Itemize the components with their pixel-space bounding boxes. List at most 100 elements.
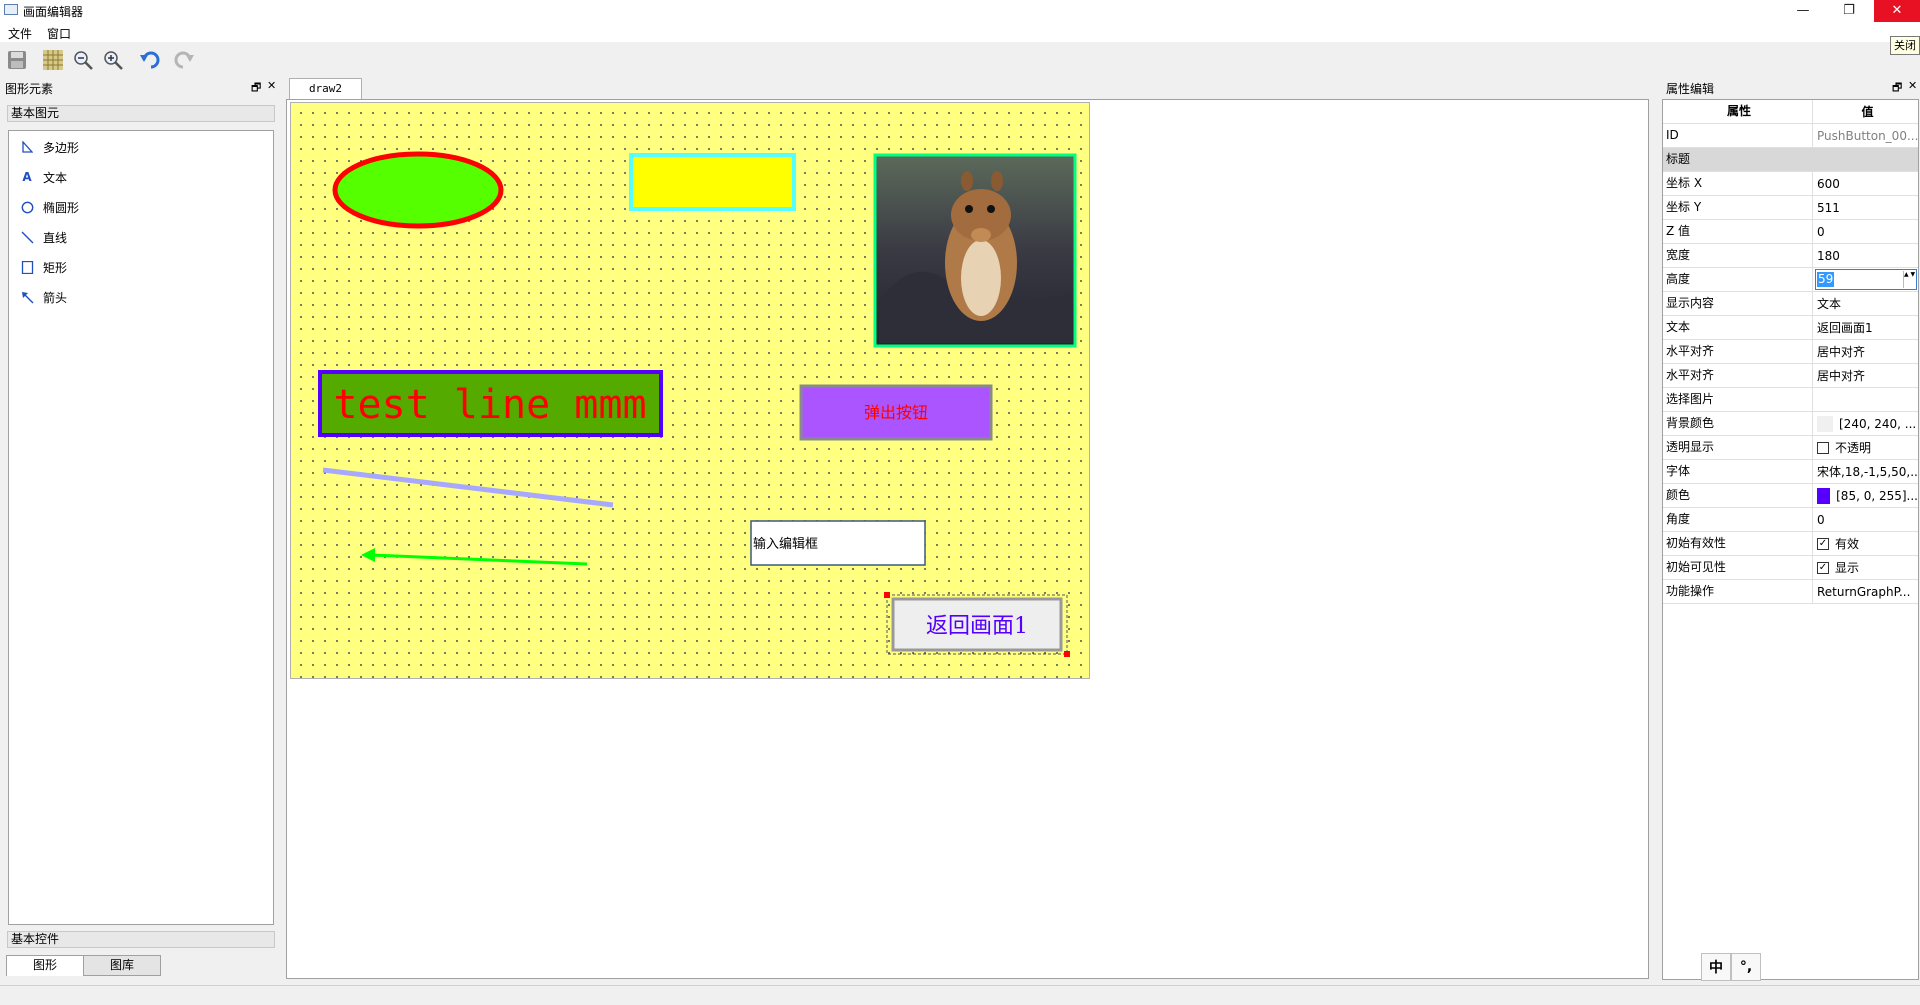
tab-draw2[interactable]: draw2 bbox=[289, 78, 362, 99]
property-row[interactable]: 字体 宋体,18,-1,5,50,... bbox=[1663, 460, 1918, 484]
property-row[interactable]: 功能操作 ReturnGraphP... bbox=[1663, 580, 1918, 604]
grid-button[interactable] bbox=[40, 47, 66, 73]
rectangle-icon bbox=[19, 259, 35, 275]
property-value[interactable]: 不透明 bbox=[1814, 436, 1918, 460]
shape-item-arrow[interactable]: 箭头 bbox=[19, 287, 67, 307]
section-basic-controls[interactable]: 基本控件 bbox=[7, 931, 275, 948]
selection-handle[interactable] bbox=[1064, 651, 1070, 657]
property-name: 高度 bbox=[1663, 268, 1813, 292]
property-row[interactable]: ID PushButton_00... bbox=[1663, 124, 1918, 148]
dock-float-button[interactable]: 🗗 bbox=[251, 79, 261, 98]
property-value[interactable]: [85, 0, 255]... bbox=[1814, 484, 1918, 508]
property-row[interactable]: 颜色 [85, 0, 255]... bbox=[1663, 484, 1918, 508]
dock-title: 属性编辑 bbox=[1666, 82, 1715, 96]
redo-button[interactable] bbox=[170, 47, 196, 73]
property-name: 标题 bbox=[1666, 152, 1691, 166]
property-value[interactable]: 文本 bbox=[1814, 292, 1918, 316]
property-value[interactable]: 600 bbox=[1814, 172, 1918, 196]
close-window-button[interactable]: ✕ bbox=[1874, 0, 1920, 22]
spin-arrows-icon[interactable]: ▲ ▼ bbox=[1903, 271, 1915, 288]
rect-item[interactable] bbox=[629, 153, 796, 211]
property-value[interactable] bbox=[1814, 388, 1918, 412]
tab-shapes[interactable]: 图形 bbox=[6, 955, 84, 976]
tab-gallery[interactable]: 图库 bbox=[83, 955, 161, 976]
shape-item-rectangle[interactable]: 矩形 bbox=[19, 257, 67, 277]
property-value[interactable]: [240, 240, ... bbox=[1814, 412, 1918, 436]
property-row[interactable]: 显示内容 文本 bbox=[1663, 292, 1918, 316]
property-row[interactable]: 透明显示 不透明 bbox=[1663, 436, 1918, 460]
minimize-button[interactable]: — bbox=[1780, 0, 1826, 22]
property-value[interactable]: ReturnGraphP... bbox=[1814, 580, 1918, 604]
popup-button-item[interactable]: 弹出按钮 bbox=[799, 384, 993, 441]
property-value[interactable]: 0 bbox=[1814, 220, 1918, 244]
arrow-item[interactable] bbox=[361, 548, 588, 566]
shape-item-ellipse[interactable]: 椭圆形 bbox=[19, 197, 79, 217]
menu-window[interactable]: 窗口 bbox=[47, 25, 71, 42]
property-row[interactable]: Z 值 0 bbox=[1663, 220, 1918, 244]
dock-close-button[interactable]: ✕ bbox=[1908, 79, 1917, 92]
punctuation-button[interactable]: °, bbox=[1731, 953, 1761, 981]
property-row[interactable]: 初始有效性 ✓ 有效 bbox=[1663, 532, 1918, 556]
drawing-canvas[interactable]: test line mmm 弹出按钮 输入编辑框 返回画面1 bbox=[290, 102, 1090, 679]
property-value[interactable]: 返回画面1 bbox=[1814, 316, 1918, 340]
property-value[interactable]: 511 bbox=[1814, 196, 1918, 220]
property-row[interactable]: 坐标 Y 511 bbox=[1663, 196, 1918, 220]
property-row[interactable]: 角度 0 bbox=[1663, 508, 1918, 532]
property-row[interactable]: 文本 返回画面1 bbox=[1663, 316, 1918, 340]
dock-float-button[interactable]: 🗗 bbox=[1892, 79, 1902, 98]
property-row[interactable]: 水平对齐 居中对齐 bbox=[1663, 340, 1918, 364]
zoom-out-icon bbox=[74, 51, 93, 70]
undo-button[interactable] bbox=[138, 47, 164, 73]
shape-item-polygon[interactable]: 多边形 bbox=[19, 137, 79, 157]
property-value[interactable]: ✓ 显示 bbox=[1814, 556, 1918, 580]
arrow-icon bbox=[19, 289, 35, 305]
property-value[interactable]: ✓ 有效 bbox=[1814, 532, 1918, 556]
checkbox[interactable] bbox=[1817, 442, 1829, 454]
input-box-item[interactable]: 输入编辑框 bbox=[750, 520, 926, 566]
property-row[interactable]: 背景颜色 [240, 240, ... bbox=[1663, 412, 1918, 436]
shape-item-line[interactable]: 直线 bbox=[19, 227, 67, 247]
property-value-text: 显示 bbox=[1835, 560, 1860, 575]
property-value[interactable]: 居中对齐 bbox=[1814, 340, 1918, 364]
property-row[interactable]: 高度 59 ▲ ▼ bbox=[1663, 268, 1918, 292]
shape-item-text[interactable]: A 文本 bbox=[19, 167, 67, 187]
height-spinbox[interactable]: 59 ▲ ▼ bbox=[1815, 269, 1917, 290]
text-item[interactable]: test line mmm bbox=[318, 370, 663, 437]
dock-close-button[interactable]: ✕ bbox=[267, 79, 276, 92]
shape-item-label: 矩形 bbox=[43, 260, 68, 275]
section-basic-shapes[interactable]: 基本图元 bbox=[7, 105, 275, 122]
property-row[interactable]: 宽度 180 bbox=[1663, 244, 1918, 268]
zoom-out-button[interactable] bbox=[70, 47, 96, 73]
menu-file[interactable]: 文件 bbox=[8, 25, 32, 42]
checkbox[interactable]: ✓ bbox=[1817, 538, 1829, 550]
property-row[interactable]: 初始可见性 ✓ 显示 bbox=[1663, 556, 1918, 580]
line-item[interactable] bbox=[322, 467, 614, 508]
chinese-input-button[interactable]: 中 bbox=[1701, 953, 1731, 981]
property-value[interactable]: 180 bbox=[1814, 244, 1918, 268]
line-icon bbox=[19, 229, 35, 245]
return-button-item[interactable]: 返回画面1 bbox=[884, 592, 1070, 657]
property-value[interactable]: PushButton_00... bbox=[1814, 124, 1918, 148]
redo-icon bbox=[174, 51, 194, 69]
graphics-view[interactable]: test line mmm 弹出按钮 输入编辑框 返回画面1 bbox=[286, 99, 1649, 979]
property-value[interactable]: 59 ▲ ▼ bbox=[1814, 268, 1918, 292]
property-value-text: 0 bbox=[1817, 512, 1825, 527]
selection-handle[interactable] bbox=[884, 592, 890, 598]
property-value[interactable]: 居中对齐 bbox=[1814, 364, 1918, 388]
property-value[interactable]: 0 bbox=[1814, 508, 1918, 532]
property-row[interactable]: 坐标 X 600 bbox=[1663, 172, 1918, 196]
save-button[interactable] bbox=[4, 47, 30, 73]
ellipse-item[interactable] bbox=[332, 151, 504, 229]
restore-button[interactable]: ❐ bbox=[1826, 0, 1872, 22]
property-value[interactable]: 宋体,18,-1,5,50,... bbox=[1814, 460, 1918, 484]
property-row[interactable]: 水平对齐 居中对齐 bbox=[1663, 364, 1918, 388]
property-value-text: 居中对齐 bbox=[1817, 344, 1866, 359]
zoom-in-button[interactable] bbox=[100, 47, 126, 73]
property-row[interactable]: 选择图片 bbox=[1663, 388, 1918, 412]
app-icon bbox=[4, 4, 18, 15]
checkbox[interactable]: ✓ bbox=[1817, 562, 1829, 574]
property-row[interactable]: 标题 bbox=[1663, 148, 1918, 172]
property-name: 颜色 bbox=[1663, 484, 1813, 508]
shape-item-label: 直线 bbox=[43, 230, 68, 245]
image-item[interactable] bbox=[873, 153, 1077, 348]
